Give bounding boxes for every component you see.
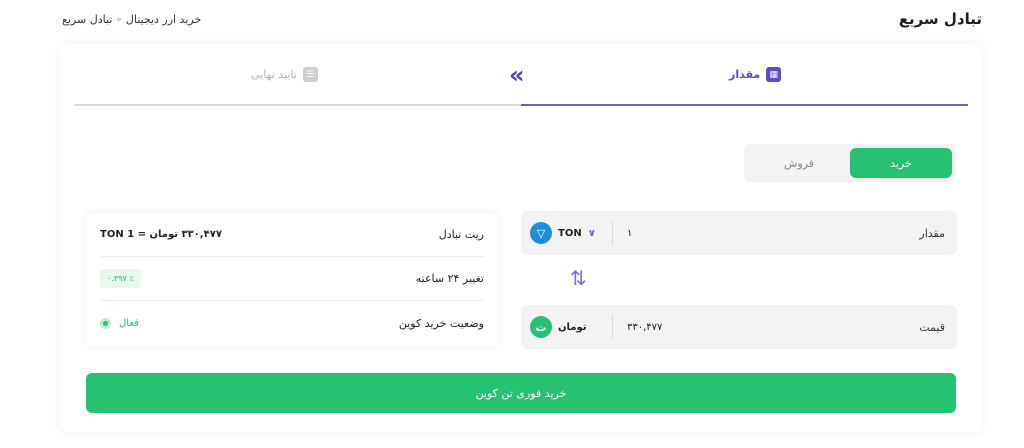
step-inactive-line — [74, 104, 521, 106]
step-amount[interactable]: ▦ مقدار — [729, 67, 782, 82]
rate-value: ۳۳۰,۴۷۷ تومان = 1 TON — [100, 229, 222, 240]
ton-icon: ▽ — [530, 222, 552, 244]
status-dot-icon — [100, 317, 111, 329]
page-title: تبادل سریع — [898, 10, 982, 28]
double-chevron-left-icon: « — [509, 61, 524, 89]
swap-icon[interactable]: ⇅ — [570, 266, 587, 290]
field-divider — [612, 221, 613, 245]
step-final-confirm-label: تایید نهایی — [251, 68, 297, 81]
step-final-confirm: ☰ تایید نهایی — [251, 67, 318, 82]
status-text: فعال — [119, 317, 139, 329]
info-panel: ریت تبادل ۳۳۰,۴۷۷ تومان = 1 TON تغییر ۲۴… — [86, 213, 498, 346]
stepper: ▦ مقدار « ☰ تایید نهایی — [74, 44, 968, 106]
price-label: قیمت — [919, 320, 945, 334]
step-amount-label: مقدار — [729, 68, 761, 81]
exchange-card: ▦ مقدار « ☰ تایید نهایی خرید فروش ریت تب… — [60, 44, 982, 432]
chevron-down-icon: ∨ — [587, 227, 596, 239]
breadcrumb-item-crypto[interactable]: خرید ارز دیجیتال — [126, 13, 201, 26]
price-input[interactable]: ۳۳۰,۴۷۷ — [627, 305, 662, 349]
breadcrumb-separator: « — [116, 14, 122, 25]
status-label: وضعیت خرید کوین — [398, 316, 484, 330]
amount-label: مقدار — [919, 226, 945, 240]
coin-symbol: TON — [558, 227, 582, 239]
calculator-icon: ▦ — [766, 67, 782, 82]
field-divider — [612, 315, 613, 339]
amount-field[interactable]: ▽ TON ∨ ۱ مقدار — [521, 211, 957, 255]
info-row-rate: ریت تبادل ۳۳۰,۴۷۷ تومان = 1 TON — [100, 213, 484, 257]
change-label: تغییر ۲۴ ساعته — [415, 272, 484, 285]
toman-icon: ت — [530, 316, 552, 338]
info-row-status: وضعیت خرید کوین فعال — [100, 301, 484, 345]
checklist-icon: ☰ — [302, 67, 318, 82]
sell-tab[interactable]: فروش — [748, 148, 850, 178]
breadcrumb-item-current: تبادل سریع — [62, 13, 113, 26]
currency-display: ت تومان — [530, 305, 587, 349]
info-row-change: تغییر ۲۴ ساعته ٪ ۰.۳۹۷ — [100, 257, 484, 301]
currency-name: تومان — [558, 321, 587, 333]
status-indicator: فعال — [100, 317, 139, 329]
buy-tab[interactable]: خرید — [850, 148, 952, 178]
amount-input[interactable]: ۱ — [627, 211, 632, 255]
change-badge: ٪ ۰.۳۹۷ — [100, 269, 141, 288]
breadcrumb: خرید ارز دیجیتال « تبادل سریع — [62, 13, 201, 26]
buy-sell-toggle: خرید فروش — [744, 144, 956, 182]
coin-selector[interactable]: ▽ TON ∨ — [530, 211, 596, 255]
rate-label: ریت تبادل — [438, 228, 484, 241]
step-active-line — [521, 104, 968, 106]
instant-buy-button[interactable]: خرید فوری تن کوین — [86, 373, 956, 413]
price-field[interactable]: ت تومان ۳۳۰,۴۷۷ قیمت — [521, 305, 957, 349]
